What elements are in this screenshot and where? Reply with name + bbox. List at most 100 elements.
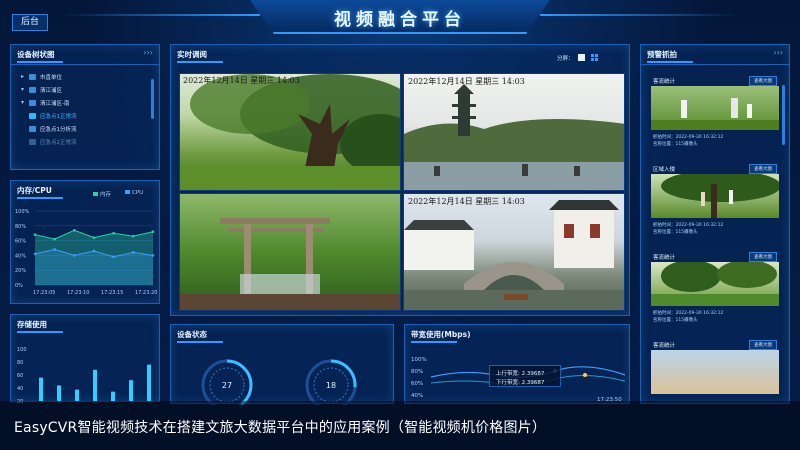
capture-image: [651, 174, 779, 218]
bar: [57, 385, 61, 401]
bar: [75, 389, 79, 401]
video-cell-1[interactable]: [179, 73, 401, 191]
folder-icon: [29, 86, 36, 93]
y-tick-label: 60%: [15, 239, 26, 245]
header-line-right: [540, 14, 740, 16]
tree-item[interactable]: 应急点1分析流: [21, 122, 151, 135]
bandwidth-panel: 带宽使用(Mbps) 100% 80% 60% 40% 上行带宽: 2.3968…: [404, 324, 630, 404]
y-tick-label: 40%: [15, 253, 26, 259]
status-rings: [201, 359, 357, 405]
tooltip-download: 下行带宽: 2.39687: [496, 380, 545, 386]
x-tick-label: 17:23:10: [67, 290, 89, 296]
data-point: [73, 228, 76, 232]
data-point: [33, 233, 37, 236]
capture-panel-title: 预警抓拍: [647, 50, 693, 63]
y-tick-label: 0%: [15, 283, 23, 289]
header-line-left: [60, 14, 260, 16]
cpu-panel: 内存/CPU 内存 CPU 100% 80% 60% 40% 20% 0% 17:23:05…: [10, 180, 160, 304]
data-point: [132, 234, 135, 238]
bar: [39, 377, 43, 401]
x-tick-label: 17:23:15: [101, 290, 123, 296]
camera-icon: [29, 138, 36, 145]
chevron-right-icon: ›››: [143, 48, 153, 57]
view-large-button[interactable]: 查看大图: [749, 76, 777, 86]
data-point: [112, 231, 115, 235]
capture-image: [651, 350, 779, 394]
timestamp-overlay: 2022年12月14日 星期三 14:03: [408, 77, 525, 86]
chevron-right-icon: ›››: [773, 48, 783, 57]
timestamp-overlay: 2022年12月14日 星期三 14:03: [183, 76, 300, 85]
grid-view-icon[interactable]: [591, 54, 598, 61]
timestamp-overlay: 2022年12月14日 星期三 14:03: [408, 197, 525, 206]
tooltip-upload: 上行带宽: 2.39687: [496, 371, 545, 377]
video-cell-2[interactable]: 2022年12月14日 星期三 14:03: [403, 73, 625, 191]
view-large-button[interactable]: 查看大图: [749, 340, 777, 350]
camera-icon: [29, 125, 36, 132]
folder-icon: [29, 99, 36, 106]
view-large-button[interactable]: 查看大图: [749, 252, 777, 262]
caption-text: EasyCVR智能视频技术在搭建文旅大数据平台中的应用案例（智能视频机价格图片）: [14, 420, 547, 436]
device-tree-panel: 设备树状图 ››› ▸ 市直单位 ▾ 清江浦区 ▾ 清江浦区-南 应急点1正常流 应急…: [10, 44, 160, 170]
data-point: [73, 254, 76, 257]
tree-item[interactable]: ▾ 清江浦区: [21, 83, 151, 96]
x-tick-label: 17:23:05: [33, 290, 55, 296]
y-tick-label: 100: [17, 347, 27, 353]
device-tree-title: 设备树状图: [17, 50, 63, 63]
device-tree: ▸ 市直单位 ▾ 清江浦区 ▾ 清江浦区-南 应急点1正常流 应急点1分析流 应急点2…: [21, 70, 151, 148]
offline-count: 18: [325, 381, 337, 390]
storage-bar-chart: 10080604020: [17, 347, 151, 403]
scrollbar[interactable]: [782, 85, 785, 145]
video-panel-title: 实时调阅: [177, 50, 223, 63]
data-point: [151, 230, 155, 234]
video-cell-3[interactable]: [179, 193, 401, 311]
data-point: [33, 252, 37, 256]
y-tick-label: 100%: [15, 209, 30, 215]
data-point: [92, 236, 96, 239]
split-label: 分屏：: [557, 56, 574, 62]
series-area: [35, 249, 153, 285]
bar: [111, 391, 115, 401]
view-large-button[interactable]: 查看大图: [749, 164, 777, 174]
tree-item[interactable]: ▸ 市直单位: [21, 70, 151, 83]
caption-bar: EasyCVR智能视频技术在搭建文旅大数据平台中的应用案例（智能视频机价格图片）: [0, 401, 800, 450]
y-tick-label: 80: [17, 360, 23, 366]
tree-item[interactable]: 应急点2正常流: [21, 135, 151, 148]
y-tick-label: 60: [17, 373, 23, 379]
bar: [93, 369, 97, 401]
data-point: [53, 237, 56, 241]
storage-panel: 存储使用 100 80 60 40 20: [10, 314, 160, 403]
video-panel: 实时调阅 分屏： 2022年12月14日 星期三 14:03 2022年12月1…: [170, 44, 630, 316]
scene-pagoda-image: [404, 84, 624, 190]
y-tick-label: 80%: [15, 224, 26, 230]
capture-image: [651, 262, 779, 306]
tree-item[interactable]: 应急点1正常流: [21, 109, 151, 122]
tree-item[interactable]: ▾ 清江浦区-南: [21, 96, 151, 109]
back-button[interactable]: 后台: [12, 14, 48, 31]
caret-down-icon: ▾: [21, 99, 25, 106]
bandwidth-tooltip: 上行带宽: 2.39687 下行带宽: 2.39687: [489, 365, 561, 387]
camera-icon: [29, 112, 36, 119]
data-point: [132, 251, 135, 254]
capture-card: 客流统计 查看大图 抓拍时间：2022-09-30 16:32:12 名称位置：…: [649, 251, 781, 334]
video-cell-4[interactable]: 2022年12月14日 星期三 14:03: [403, 193, 625, 311]
capture-card: 客流统计 查看大图 抓拍时间：2022-09-30 16:32:12 名称位置：…: [649, 75, 781, 158]
y-tick-label: 40: [17, 386, 23, 392]
capture-panel: 预警抓拍 ››› 客流统计 查看大图 抓拍时间：2022-09-30 16:32…: [640, 44, 790, 404]
data-point: [53, 248, 56, 251]
online-count: 27: [221, 381, 233, 390]
bar: [129, 380, 133, 401]
y-tick-label: 20%: [15, 268, 26, 274]
x-tick-label: 17:23:20: [135, 290, 157, 296]
caret-right-icon: ▸: [21, 73, 25, 80]
caret-down-icon: ▾: [21, 86, 25, 93]
scene-gate-image: [180, 218, 400, 310]
scrollbar[interactable]: [151, 79, 154, 119]
scene-bridge-image: [404, 200, 624, 310]
single-view-icon[interactable]: [578, 54, 585, 61]
header: 视频融合平台 后台: [0, 0, 800, 36]
data-point: [151, 254, 155, 257]
scene-tree-image: [180, 74, 400, 190]
capture-card: 区域入侵 查看大图 抓拍时间：2022-09-30 16:32:12 名称位置：…: [649, 163, 781, 246]
bar: [147, 364, 151, 401]
data-point: [92, 249, 96, 253]
